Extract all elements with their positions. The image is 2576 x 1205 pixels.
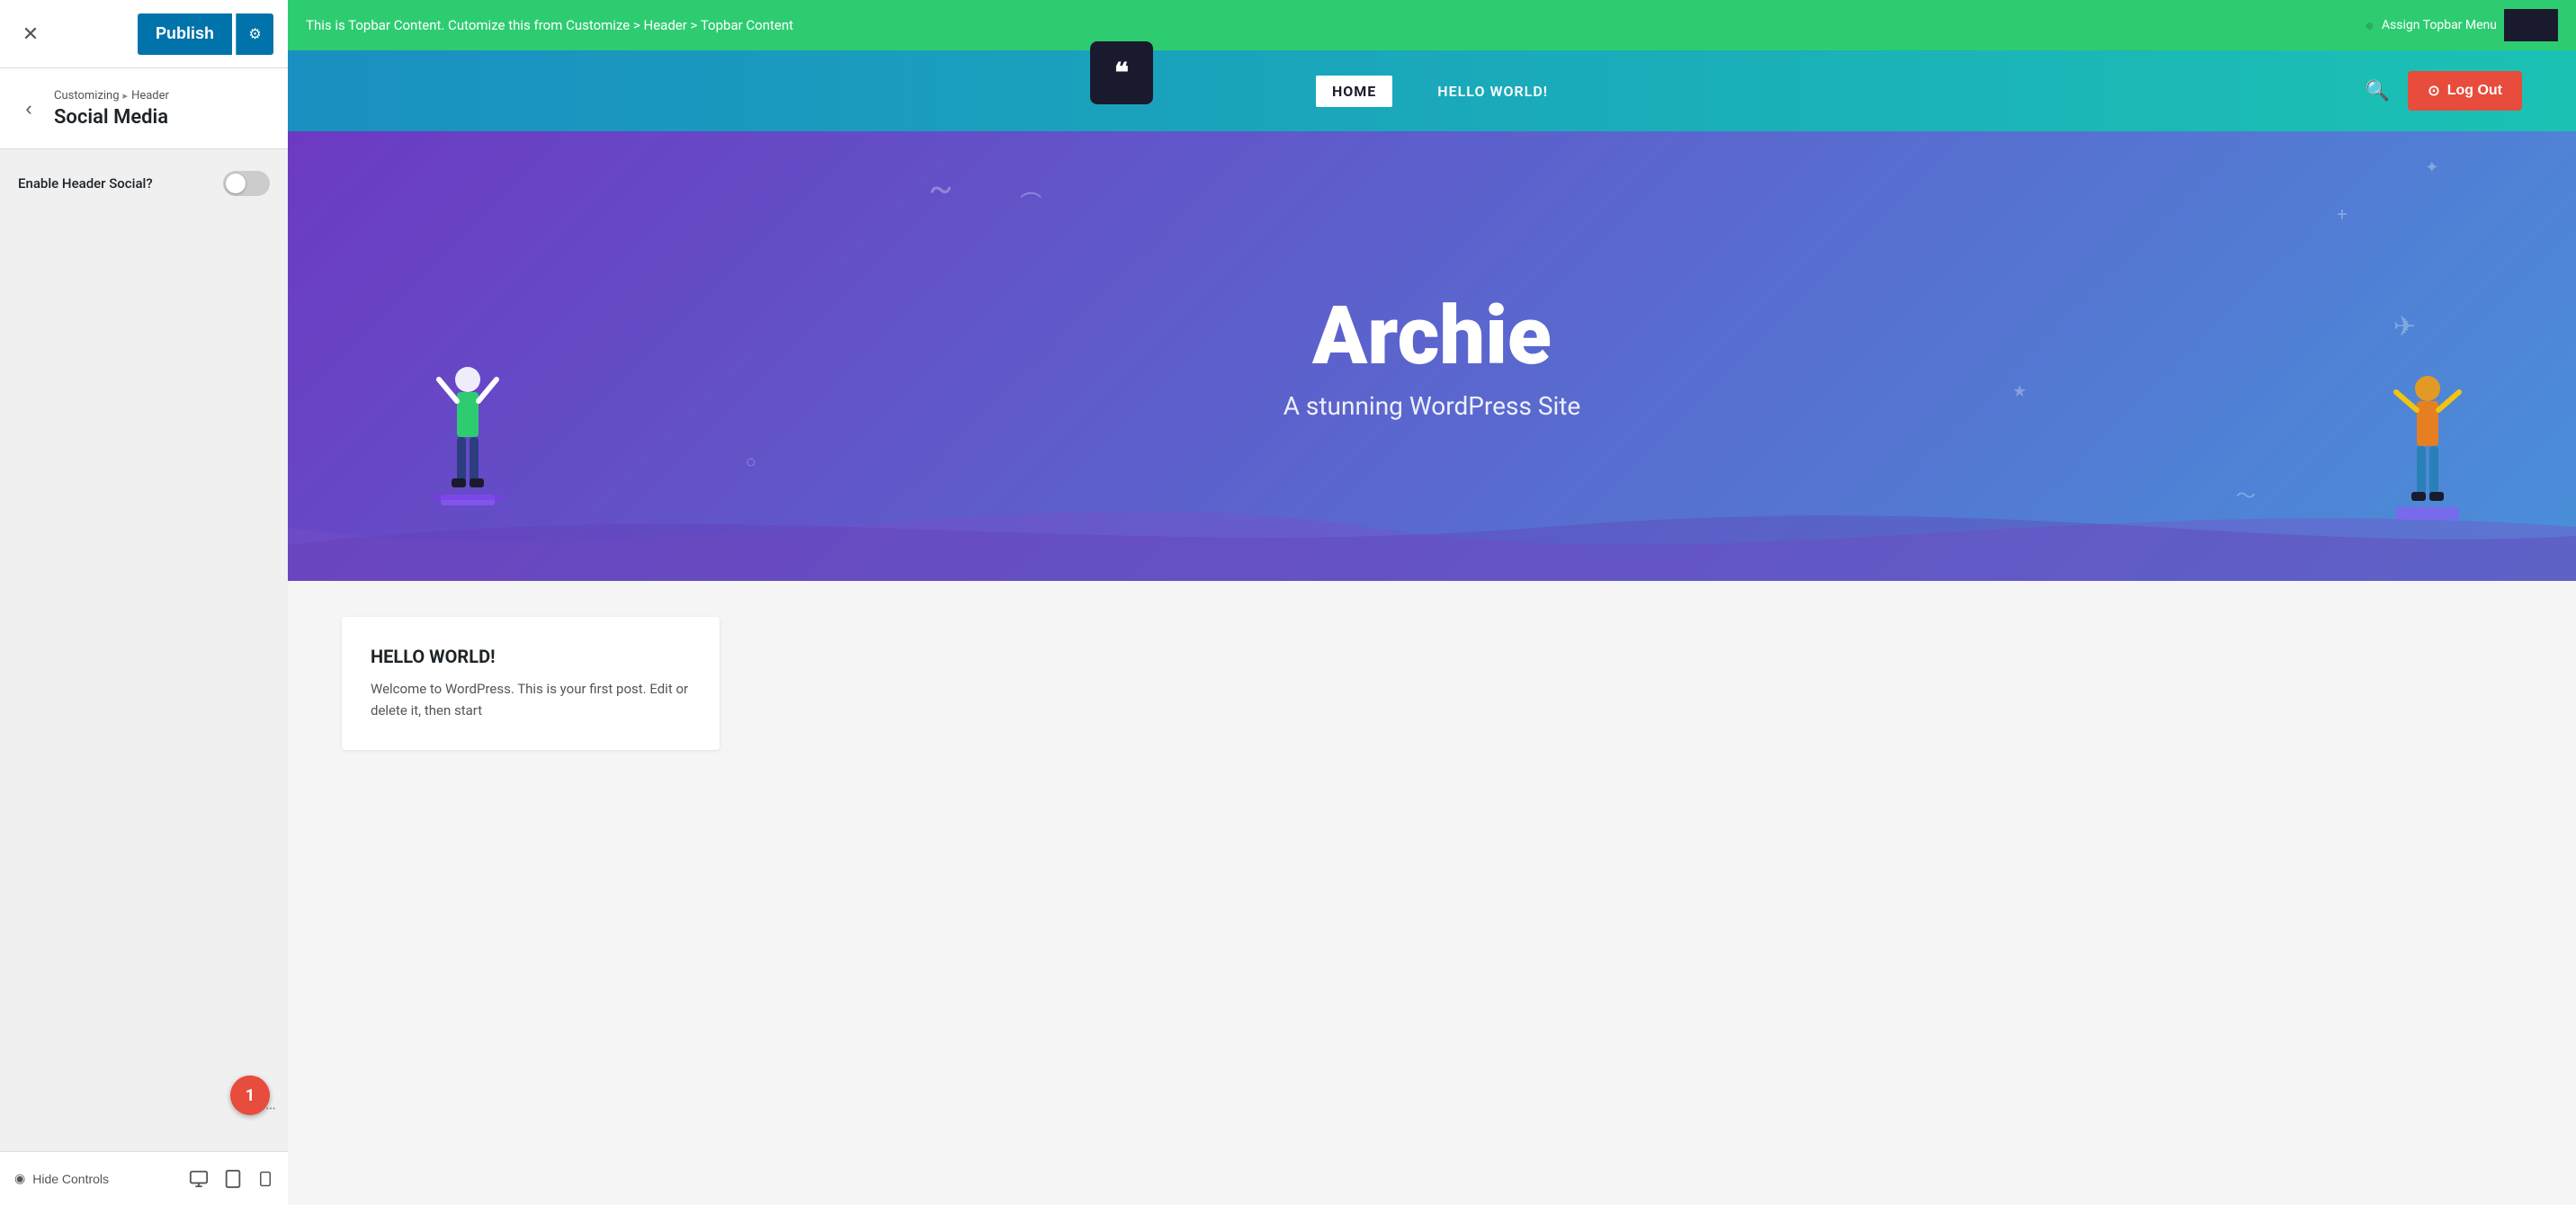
deco-star-2: ★	[2012, 382, 2026, 401]
topbar-content-text: This is Topbar Content. Cutomize this fr…	[306, 17, 793, 33]
assign-topbar-menu-link[interactable]: Assign Topbar Menu	[2382, 18, 2497, 32]
customizer-topbar: ✕ Publish ⚙	[0, 0, 288, 68]
card-title: HELLO WORLD!	[371, 646, 691, 667]
breadcrumb: Customizing ▸ Header	[54, 89, 169, 103]
deco-plus-1: +	[2337, 203, 2347, 225]
logout-icon: ⊙	[2428, 82, 2439, 100]
deco-plane-icon: ✈	[2393, 311, 2416, 343]
footer-icons	[189, 1169, 273, 1189]
figure-left	[432, 362, 504, 509]
publish-button[interactable]: Publish	[138, 13, 232, 55]
enable-header-social-toggle[interactable]	[223, 171, 270, 196]
customizer-panel: ✕ Publish ⚙ ‹ Customizing ▸ Header Socia…	[0, 0, 288, 1205]
content-card: HELLO WORLD! Welcome to WordPress. This …	[342, 617, 720, 750]
back-button[interactable]: ‹	[14, 94, 43, 123]
dark-corner-btn[interactable]	[2504, 9, 2558, 41]
header-text: Customizing ▸ Header Social Media	[54, 89, 169, 129]
deco-star-1: ✦	[2425, 158, 2438, 177]
topbar-dot-icon: ●	[2365, 16, 2375, 35]
tablet-view-button[interactable]	[223, 1169, 243, 1189]
logout-button[interactable]: ⊙ Log Out	[2408, 71, 2522, 111]
enable-header-social-label: Enable Header Social?	[18, 175, 153, 192]
nav-item-home[interactable]: HOME	[1316, 76, 1392, 107]
site-topbar: This is Topbar Content. Cutomize this fr…	[288, 0, 2576, 50]
notification-dots: ···	[265, 1100, 275, 1119]
topbar-right: ● Assign Topbar Menu	[2365, 9, 2558, 41]
nav-item-hello-world[interactable]: HELLO WORLD!	[1437, 83, 1548, 100]
site-content: HELLO WORLD! Welcome to WordPress. This …	[288, 581, 2576, 1205]
breadcrumb-arrow-icon: ▸	[123, 90, 129, 102]
preview-area: This is Topbar Content. Cutomize this fr…	[288, 0, 2576, 1205]
deco-swirl-1: ~	[928, 167, 953, 210]
mobile-view-button[interactable]	[257, 1169, 273, 1189]
customizer-footer: ◉ Hide Controls	[0, 1151, 288, 1205]
hero-wave	[288, 473, 2576, 581]
site-hero: ~ ⌒ + ✦ ○ 〜 ✈ ★	[288, 131, 2576, 581]
deco-circle-1: ○	[746, 451, 756, 473]
figure-right	[2387, 370, 2468, 527]
site-nav: ❝ HOME HELLO WORLD! 🔍 ⊙ Log Out	[288, 50, 2576, 131]
customizer-controls: Enable Header Social?	[0, 149, 288, 1151]
publish-area: Publish ⚙	[138, 13, 273, 55]
eye-icon: ◉	[14, 1171, 25, 1186]
publish-settings-button[interactable]: ⚙	[236, 13, 273, 55]
nav-items: HOME HELLO WORLD!	[1316, 76, 1548, 107]
logout-label: Log Out	[2447, 83, 2502, 99]
deco-swirl-2: ⌒	[1020, 185, 1042, 217]
search-icon[interactable]: 🔍	[2366, 80, 2390, 103]
section-title: Social Media	[54, 106, 169, 129]
logo-quote-icon: ❝	[1114, 58, 1129, 89]
enable-header-social-row: Enable Header Social?	[18, 171, 270, 196]
notification-badge[interactable]: 1	[230, 1076, 270, 1115]
hide-controls-button[interactable]: ◉ Hide Controls	[14, 1171, 109, 1186]
hero-title: Archie	[1312, 291, 1552, 380]
hero-subtitle: A stunning WordPress Site	[1284, 391, 1581, 421]
breadcrumb-customizing: Customizing	[54, 89, 120, 103]
deco-tilde-1: 〜	[2236, 480, 2256, 509]
customizer-header: ‹ Customizing ▸ Header Social Media	[0, 68, 288, 149]
site-logo: ❝	[1090, 41, 1153, 104]
hide-controls-label: Hide Controls	[32, 1172, 109, 1186]
desktop-view-button[interactable]	[189, 1169, 209, 1189]
close-button[interactable]: ✕	[14, 18, 47, 50]
card-text: Welcome to WordPress. This is your first…	[371, 678, 691, 721]
nav-actions: 🔍 ⊙ Log Out	[2366, 71, 2522, 111]
breadcrumb-header: Header	[131, 89, 169, 103]
